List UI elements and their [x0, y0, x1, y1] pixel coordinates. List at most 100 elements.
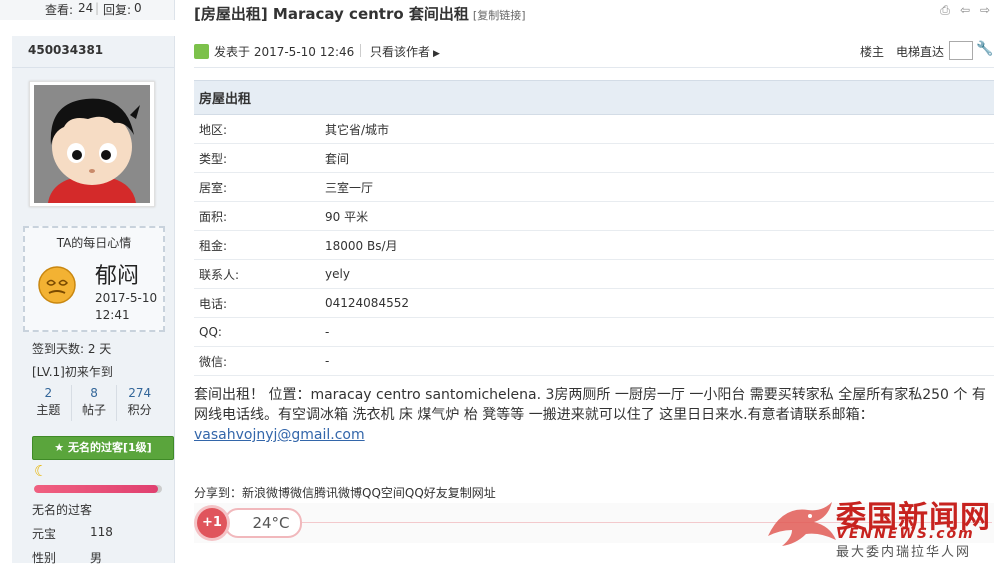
stat-posts[interactable]: 8 帖子	[72, 385, 118, 421]
only-author-link[interactable]: 只看该作者 ▶	[370, 43, 440, 60]
views-count: 24	[78, 1, 94, 15]
table-row: QQ: -	[194, 317, 994, 347]
table-row: 联系人: yely	[194, 259, 994, 289]
post-body: 套间出租！ 位置：maracay centro santomichelena. …	[194, 385, 990, 445]
triangle-right-icon: ▶	[433, 49, 440, 59]
row-value: 18000 Bs/月	[325, 230, 994, 260]
plus-one-button[interactable]: +1	[197, 508, 227, 538]
user-group-name: 无名的过客	[32, 503, 93, 517]
post-body-text: 套间出租！ 位置：maracay centro santomichelena. …	[194, 387, 986, 423]
row-value: yely	[325, 259, 994, 289]
row-key: 联系人:	[194, 259, 325, 289]
row-key: 租金:	[194, 230, 325, 260]
field-gender-value: 男	[90, 551, 103, 565]
row-key: 居室:	[194, 172, 325, 202]
stat-threads-label: 主题	[36, 403, 61, 417]
row-value: 三室一厅	[325, 172, 994, 202]
row-key: 微信:	[194, 346, 325, 376]
checkin-level: [LV.1]初来乍到	[32, 365, 113, 379]
prev-arrow-icon[interactable]: ⇦	[958, 3, 972, 17]
row-value: -	[325, 346, 994, 376]
table-row: 微信: -	[194, 346, 994, 376]
avatar[interactable]	[29, 81, 155, 207]
stat-points[interactable]: 274 积分	[117, 385, 162, 421]
thread-stats: 查看: 24 | 回复: 0	[0, 0, 175, 20]
site-watermark: 委国新闻网 VENNEWS.com 最大委内瑞拉华人网	[760, 490, 1004, 563]
stat-threads[interactable]: 2 主题	[26, 385, 72, 421]
share-bar[interactable]: 分享到：新浪微博微信腾讯微博QQ空间QQ好友复制网址	[194, 484, 496, 501]
thread-title-text: [房屋出租] Maracay centro 套间出租	[194, 5, 469, 23]
row-value: 04124084552	[325, 288, 994, 318]
row-value: 其它省/城市	[325, 114, 994, 144]
user-group-badge-label: 无名的过客[1级]	[68, 441, 152, 454]
table-row: 面积: 90 平米	[194, 201, 994, 231]
row-value: -	[325, 317, 994, 347]
replies-label: 回复:	[103, 3, 132, 17]
sidebar-divider	[12, 67, 174, 68]
temperature-value: 24°C	[252, 514, 290, 532]
replies-count: 0	[134, 1, 142, 15]
post-header-rule	[194, 67, 994, 68]
row-key: QQ:	[194, 317, 325, 347]
temperature-display: 24°C	[224, 508, 302, 538]
post-header: 发表于 2017-5-10 12:46 只看该作者 ▶ 楼主 电梯直达 🔧	[194, 40, 994, 62]
stat-threads-value: 2	[44, 386, 53, 400]
stat-points-label: 积分	[127, 403, 152, 417]
dragon-logo-icon	[768, 502, 836, 546]
mood-header: TA的每日心情	[56, 236, 132, 250]
user-group-badge[interactable]: ★ 无名的过客[1级]	[32, 436, 174, 460]
thread-title: [房屋出租] Maracay centro 套间出租 [复制链接]	[194, 3, 526, 24]
listing-table-title: 房屋出租	[194, 80, 994, 115]
copy-link[interactable]: [复制链接]	[473, 9, 526, 22]
watermark-url: VENNEWS.com	[836, 526, 975, 542]
print-icon[interactable]: ⎙	[938, 3, 952, 17]
table-row: 租金: 18000 Bs/月	[194, 230, 994, 260]
header-separator	[360, 44, 361, 57]
field-ingots-label: 元宝	[32, 527, 57, 541]
row-key: 面积:	[194, 201, 325, 231]
listing-table: 房屋出租 地区: 其它省/城市 类型: 套间 居室: 三室一厅 面积: 90 平米 租金…	[194, 80, 994, 376]
elevator-label: 电梯直达	[896, 45, 945, 59]
star-icon: ★	[54, 441, 65, 454]
table-row: 类型: 套间	[194, 143, 994, 173]
author-sidebar: 450034381 TA的每日心情 郁闷 2017-5-10 12:41 签到天…	[12, 36, 175, 565]
stat-posts-value: 8	[90, 386, 98, 400]
row-key: 地区:	[194, 114, 325, 144]
next-arrow-icon[interactable]: ⇨	[978, 3, 992, 17]
email-link[interactable]: vasahvojnyj@gmail.com	[194, 427, 365, 443]
views-label: 查看:	[45, 3, 74, 17]
wrench-icon[interactable]: 🔧	[976, 41, 993, 57]
stat-points-value: 274	[128, 386, 152, 400]
mood-name: 郁闷	[95, 264, 140, 289]
mood-date: 2017-5-10	[95, 291, 158, 305]
table-row: 电话: 04124084552	[194, 288, 994, 318]
table-row: 居室: 三室一厅	[194, 172, 994, 202]
table-row: 地区: 其它省/城市	[194, 114, 994, 144]
stat-posts-label: 帖子	[82, 403, 107, 417]
row-value: 90 平米	[325, 201, 994, 231]
only-author-label: 只看该作者	[370, 45, 431, 59]
field-ingots-value: 118	[90, 525, 113, 539]
checkin-days: 签到天数: 2 天	[32, 342, 112, 356]
elevator-input[interactable]	[949, 41, 973, 60]
author-stats: 2 主题 8 帖子 274 积分	[26, 385, 162, 421]
daily-mood: TA的每日心情 郁闷 2017-5-10 12:41	[23, 226, 165, 332]
mood-timestamp: 2017-5-10 12:41	[95, 290, 157, 324]
post-date: 发表于 2017-5-10 12:46	[214, 45, 355, 59]
stats-separator: |	[95, 1, 100, 15]
topbar: 查看: 24 | 回复: 0 [房屋出租] Maracay centro 套间出…	[0, 0, 1004, 28]
field-gender-label: 性别	[32, 551, 57, 565]
top-icons: ⎙ ⇦ ⇨	[938, 3, 992, 17]
mood-time: 12:41	[95, 308, 130, 322]
avatar-image	[34, 85, 150, 203]
listing-table-header: 房屋出租	[194, 80, 994, 115]
row-key: 电话:	[194, 288, 325, 318]
mood-face-icon	[38, 266, 76, 304]
online-user-icon	[194, 44, 209, 59]
level-progress-fill	[34, 485, 159, 493]
row-value: 套间	[325, 143, 994, 173]
watermark-subtitle: 最大委内瑞拉华人网	[836, 545, 972, 560]
floor-label: 楼主	[860, 45, 885, 59]
row-key: 类型:	[194, 143, 325, 173]
username[interactable]: 450034381	[28, 43, 103, 57]
